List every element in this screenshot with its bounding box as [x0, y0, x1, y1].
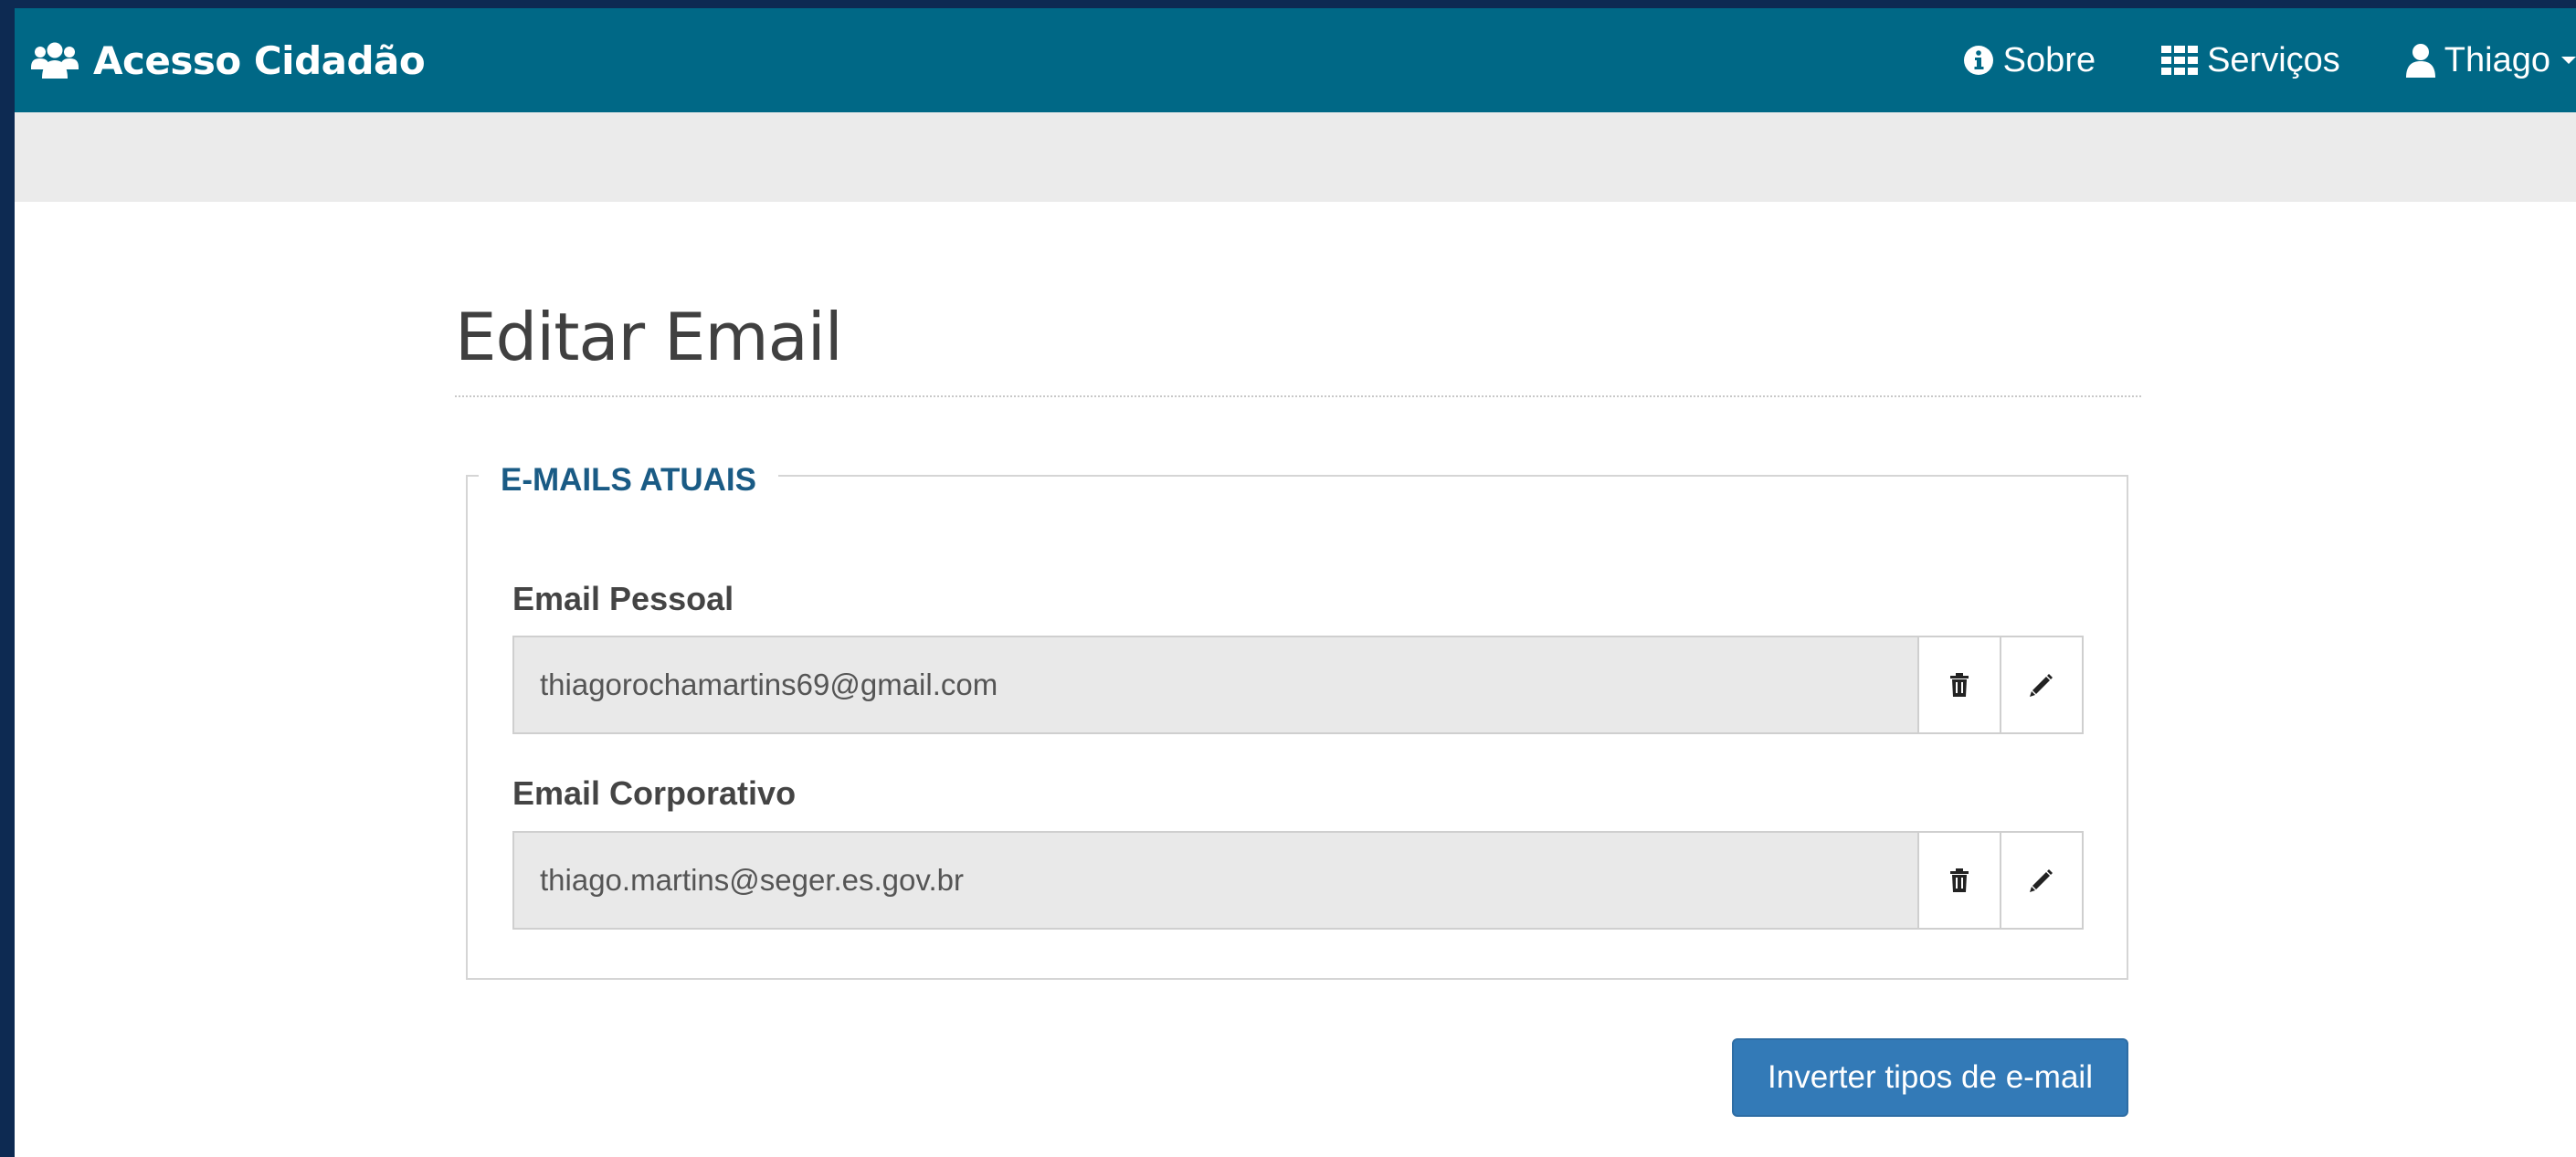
- delete-email-corporativo-button[interactable]: [1919, 831, 2001, 930]
- email-corporativo-label: Email Corporativo: [512, 774, 797, 812]
- pencil-icon: [2030, 674, 2053, 697]
- edit-email-corporativo-button[interactable]: [2001, 831, 2084, 930]
- nav-item-user-menu[interactable]: Thiago: [2405, 40, 2576, 80]
- delete-email-pessoal-button[interactable]: [1919, 636, 2001, 734]
- fieldset-legend: E-MAILS ATUAIS: [479, 458, 778, 503]
- user-icon: [2405, 44, 2435, 78]
- chevron-down-icon: [2561, 57, 2576, 64]
- brand-label: Acesso Cidadão: [93, 37, 426, 83]
- navbar: Acesso Cidadão Sobre Serviços Thiago: [15, 8, 2576, 112]
- nav-item-servicos[interactable]: Serviços: [2161, 41, 2340, 80]
- breadcrumb-bar: [15, 112, 2576, 202]
- email-corporativo-input[interactable]: [512, 831, 1919, 930]
- email-pessoal-group: [512, 636, 2084, 734]
- swap-email-types-button[interactable]: Inverter tipos de e-mail: [1732, 1038, 2128, 1117]
- nav-item-label: Serviços: [2207, 40, 2340, 79]
- user-name: Thiago: [2444, 40, 2550, 79]
- nav-items: Sobre Serviços Thiago: [1897, 8, 2576, 112]
- trash-icon: [1950, 673, 1969, 697]
- users-icon: [31, 42, 79, 79]
- title-divider: [455, 395, 2141, 397]
- email-corporativo-group: [512, 831, 2084, 930]
- edit-email-pessoal-button[interactable]: [2001, 636, 2084, 734]
- page: Acesso Cidadão Sobre Serviços Thiago Edi…: [15, 8, 2576, 1157]
- nav-item-label: Sobre: [2002, 40, 2096, 79]
- page-title: Editar Email: [455, 299, 843, 375]
- brand[interactable]: Acesso Cidadão: [31, 8, 426, 112]
- nav-item-sobre[interactable]: Sobre: [1963, 41, 2096, 80]
- th-grid-icon: [2161, 46, 2199, 75]
- email-pessoal-label: Email Pessoal: [512, 580, 734, 617]
- email-pessoal-input[interactable]: [512, 636, 1919, 734]
- info-circle-icon: [1963, 46, 1993, 75]
- trash-icon: [1950, 868, 1969, 892]
- pencil-icon: [2030, 869, 2053, 892]
